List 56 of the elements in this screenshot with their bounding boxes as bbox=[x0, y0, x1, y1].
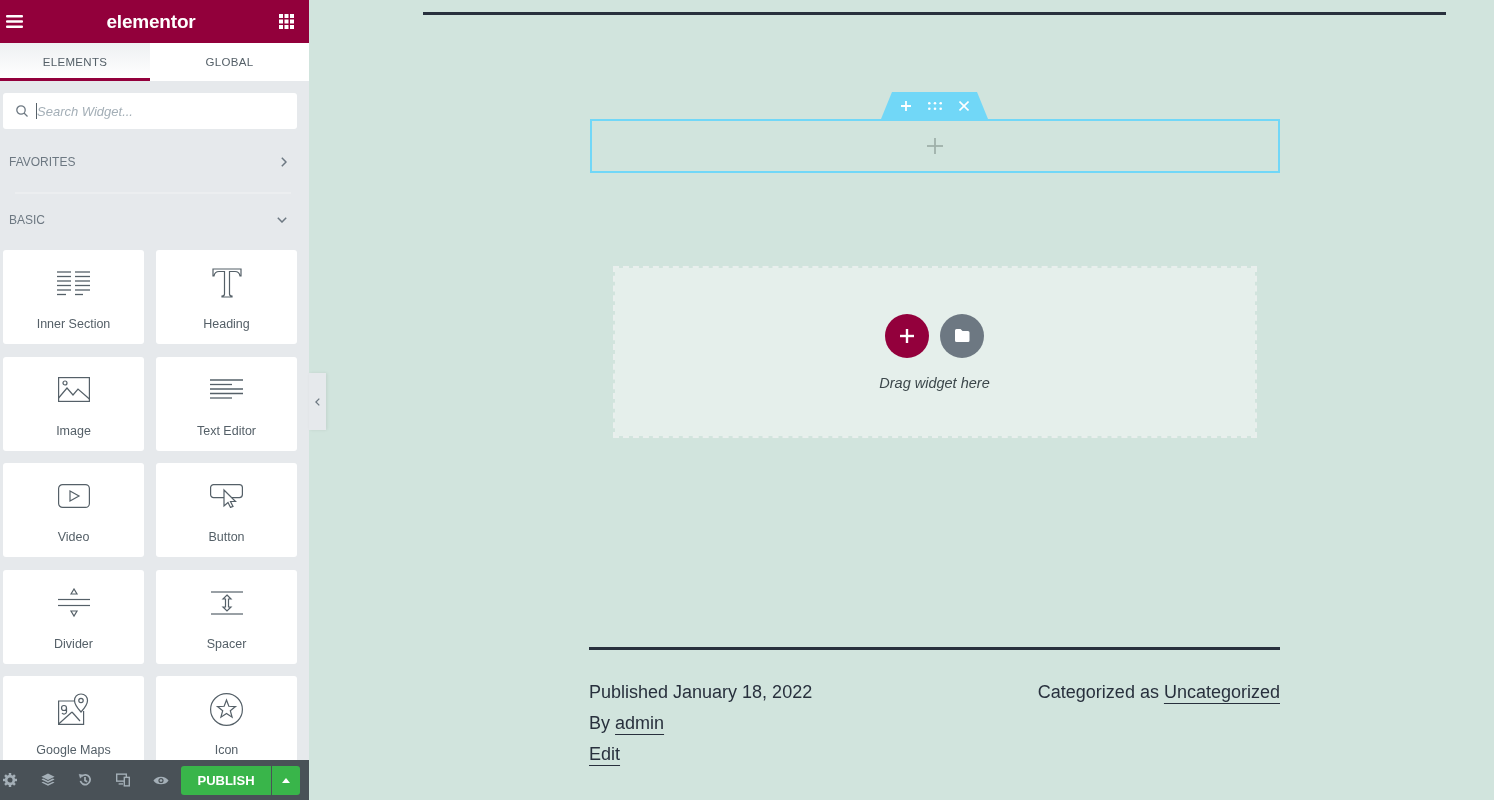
category-link[interactable]: Uncategorized bbox=[1163, 682, 1280, 702]
widget-label: Button bbox=[208, 530, 245, 545]
add-circle-icon[interactable] bbox=[885, 314, 929, 358]
divider-icon bbox=[57, 587, 90, 618]
widget-label: Heading bbox=[203, 317, 250, 332]
grid-icon[interactable] bbox=[279, 14, 294, 29]
spacer-icon bbox=[210, 590, 243, 615]
settings-icon[interactable] bbox=[3, 773, 17, 787]
play-icon bbox=[57, 484, 90, 508]
widget-label: Image bbox=[56, 423, 91, 439]
folder-circle-icon[interactable] bbox=[940, 314, 984, 358]
app-logo: elementor bbox=[106, 10, 196, 33]
edit-link[interactable]: Edit bbox=[589, 739, 621, 770]
menu-icon[interactable] bbox=[6, 15, 23, 28]
widget-label: Google Maps bbox=[36, 743, 111, 758]
byline-text: By admin bbox=[589, 712, 665, 735]
widget-card[interactable]: Divider bbox=[3, 569, 144, 664]
search-icon bbox=[16, 105, 28, 117]
widget-label: Spacer bbox=[206, 636, 247, 652]
publish-options-button[interactable] bbox=[272, 765, 300, 795]
widget-card[interactable]: Button bbox=[156, 463, 297, 557]
widget-card[interactable]: Icon bbox=[156, 676, 297, 760]
widget-card[interactable]: Spacer bbox=[156, 569, 297, 664]
widget-card[interactable]: Heading bbox=[156, 250, 297, 344]
drop-hint: Drag widget here bbox=[879, 374, 990, 392]
caret-up-icon bbox=[282, 777, 290, 783]
widget-label: Text Editor bbox=[196, 423, 257, 439]
widget-card[interactable]: Google Maps bbox=[3, 676, 144, 760]
category-text: Categorized as Uncategorized bbox=[1037, 681, 1280, 704]
image-icon bbox=[57, 377, 90, 402]
author-link[interactable]: admin bbox=[615, 713, 665, 733]
search-field[interactable]: Search Widget... bbox=[3, 93, 297, 129]
pointer-button-icon bbox=[210, 484, 243, 508]
widget-label: Divider bbox=[54, 636, 93, 652]
history-icon[interactable] bbox=[78, 773, 92, 787]
widget-card[interactable]: Image bbox=[3, 356, 144, 451]
widget-card[interactable]: Text Editor bbox=[156, 356, 297, 451]
publish-date-text: Published January 18, 2022 bbox=[589, 681, 813, 704]
star-circle-icon bbox=[210, 692, 243, 726]
columns-icon bbox=[57, 270, 90, 296]
category-toggle[interactable]: BASIC bbox=[3, 202, 297, 238]
widget-label: Icon bbox=[214, 743, 239, 758]
map-pin-icon bbox=[58, 693, 89, 725]
eye-icon[interactable] bbox=[153, 774, 169, 786]
category-toggle[interactable]: FAVORITES bbox=[3, 144, 297, 180]
panel-tab[interactable]: ELEMENTS bbox=[0, 43, 150, 81]
text-lines-icon bbox=[210, 378, 243, 401]
widget-card[interactable]: Inner Section bbox=[3, 250, 144, 344]
chevron-left-icon bbox=[315, 397, 320, 406]
widget-card[interactable]: Video bbox=[3, 463, 144, 557]
devices-icon[interactable] bbox=[115, 773, 130, 787]
drag-handle-icon[interactable] bbox=[927, 102, 942, 110]
layers-icon[interactable] bbox=[40, 773, 55, 787]
widget-label: Video bbox=[57, 530, 90, 545]
widget-label: Inner Section bbox=[36, 317, 111, 332]
letter-t-icon bbox=[211, 268, 242, 298]
